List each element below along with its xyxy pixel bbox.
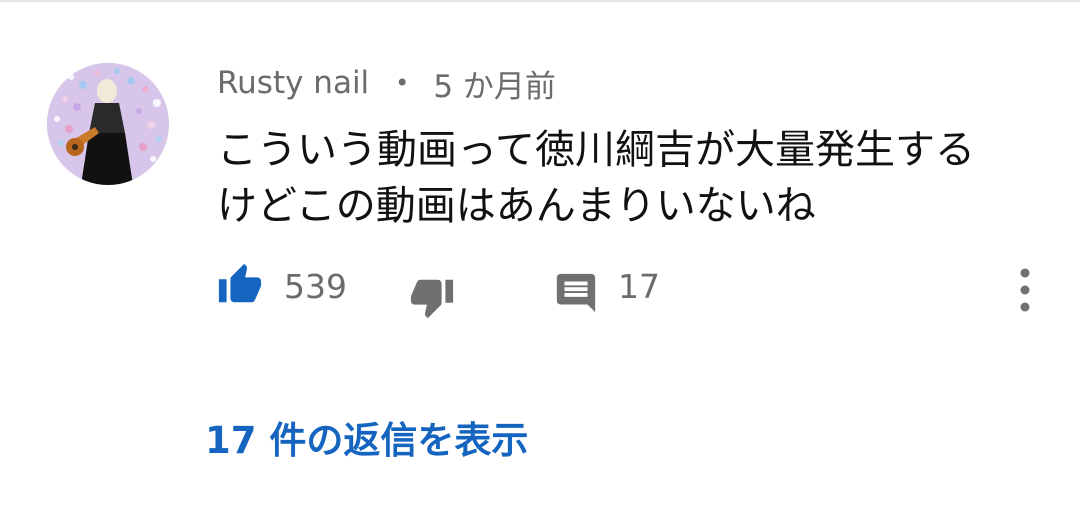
more-vert-icon[interactable]: [1008, 266, 1042, 316]
reply-count: 17: [618, 267, 660, 306]
comment-thread: Rusty nail • 5 か月前 こういう動画って徳川綱吉が大量発生する け…: [0, 0, 1080, 506]
view-replies-link[interactable]: 17 件の返信を表示: [205, 410, 528, 464]
thumbs-down-icon[interactable]: [409, 274, 455, 320]
comment-actions: 539 17: [0, 0, 1080, 506]
thumbs-up-icon[interactable]: [217, 262, 263, 308]
like-count: 539: [284, 267, 347, 306]
comment-icon[interactable]: [553, 270, 599, 316]
